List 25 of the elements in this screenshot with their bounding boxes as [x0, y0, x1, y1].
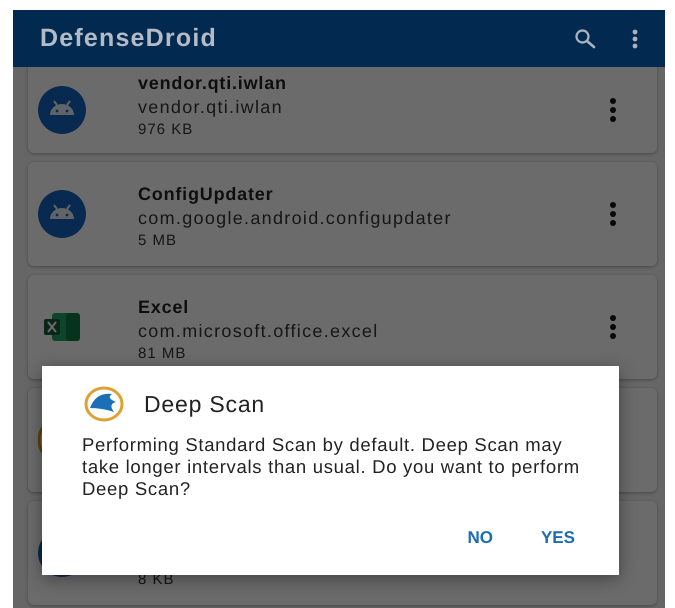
shield-logo-icon: [84, 386, 124, 422]
android-icon: [38, 86, 86, 134]
app-card[interactable]: vendor.qti.iwlan vendor.qti.iwlan 976 KB: [28, 67, 657, 153]
spreadsheet-icon: [42, 311, 82, 343]
more-icon[interactable]: [631, 26, 639, 50]
dialog-button[interactable]: YES: [536, 522, 579, 554]
app-size: 81 MB: [138, 345, 188, 362]
app-card[interactable]: ConfigUpdater com.google.android.configupdater 5 MB: [28, 162, 657, 266]
package-name: com.google.android.configupdater: [138, 208, 453, 229]
more-icon[interactable]: [609, 314, 617, 340]
dialog-title: Deep Scan: [144, 390, 265, 418]
package-name: com.microsoft.office.excel: [138, 321, 380, 342]
more-icon[interactable]: [609, 97, 617, 123]
dialog-button[interactable]: NO: [463, 522, 497, 554]
app-title: DefenseDroid: [40, 24, 218, 53]
more-icon[interactable]: [609, 201, 617, 227]
dialog-message: Performing Standard Scan by default. Deep Scan may take longer intervals than usual. Do you want to perform Deep Scan?: [82, 434, 581, 500]
app-size: 5 MB: [138, 232, 178, 249]
app-size: 976 KB: [138, 121, 194, 138]
search-icon[interactable]: [573, 26, 597, 50]
app-name: Excel: [138, 297, 190, 318]
package-name: vendor.qti.iwlan: [138, 97, 284, 118]
app-name: vendor.qti.iwlan: [138, 73, 288, 94]
android-icon: [38, 190, 86, 238]
app-name: ConfigUpdater: [138, 184, 274, 205]
